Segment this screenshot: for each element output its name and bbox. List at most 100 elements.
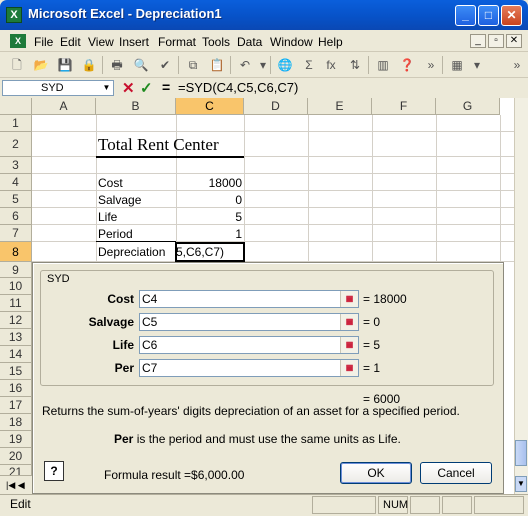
cancel-formula-icon[interactable]: ✕ <box>122 79 135 97</box>
scroll-thumb[interactable] <box>515 440 527 466</box>
scroll-down-icon[interactable]: ▼ <box>515 476 527 492</box>
close-button[interactable]: ✕ <box>501 5 522 26</box>
open-icon[interactable]: 📂 <box>32 57 50 73</box>
vertical-scrollbar[interactable] <box>514 98 528 494</box>
row-header[interactable]: 13 <box>0 329 32 346</box>
chart-wizard-icon[interactable]: ▥ <box>374 57 392 73</box>
workbook-icon[interactable]: X <box>10 34 26 48</box>
help-icon[interactable]: ? <box>44 461 64 481</box>
row-header[interactable]: 16 <box>0 380 32 397</box>
argument-description-text: is the period and must use the same unit… <box>133 432 401 446</box>
column-header[interactable]: G <box>436 98 500 115</box>
workbook-close-button[interactable]: ✕ <box>506 34 522 48</box>
cell-c6[interactable]: 5 <box>176 210 242 224</box>
column-header[interactable]: B <box>96 98 176 115</box>
row-header[interactable]: 4 <box>0 174 32 191</box>
edit-formula-icon[interactable]: = <box>162 79 170 95</box>
row-header[interactable]: 9 <box>0 262 32 278</box>
cell-b5[interactable]: Salvage <box>98 193 141 207</box>
row-header[interactable]: 12 <box>0 312 32 329</box>
column-header[interactable]: E <box>308 98 372 115</box>
spelling-icon[interactable]: ✔ <box>156 57 174 73</box>
paste-icon[interactable]: 📋 <box>208 57 226 73</box>
arg-input-life[interactable]: C6 <box>139 336 359 354</box>
collapse-dialog-icon[interactable]: ▦ <box>340 360 358 376</box>
sort-ascending-icon[interactable]: ⇅ <box>346 57 364 73</box>
collapse-dialog-icon[interactable]: ▦ <box>340 314 358 330</box>
toolbar-options-icon[interactable]: » <box>422 57 440 73</box>
select-all-corner[interactable] <box>0 98 32 115</box>
help-icon[interactable]: ❓ <box>398 57 416 73</box>
row-header[interactable]: 19 <box>0 431 32 448</box>
row-header[interactable]: 21 <box>0 465 32 476</box>
menu-help[interactable]: Help <box>318 35 343 49</box>
row-header[interactable]: 5 <box>0 191 32 208</box>
collapse-dialog-icon[interactable]: ▦ <box>340 337 358 353</box>
maximize-button[interactable]: □ <box>478 5 499 26</box>
toolbar-separator <box>368 56 369 74</box>
row-header[interactable]: 10 <box>0 278 32 295</box>
enter-formula-icon[interactable]: ✓ <box>140 79 153 97</box>
save-icon[interactable]: 💾 <box>56 57 74 73</box>
row-header[interactable]: 20 <box>0 448 32 465</box>
undo-icon[interactable]: ↶ <box>236 57 254 73</box>
borders-icon[interactable]: ▦ <box>448 57 466 73</box>
workbook-minimize-button[interactable]: _ <box>470 34 486 48</box>
excel-app-icon[interactable]: X <box>6 7 22 23</box>
column-header[interactable]: D <box>244 98 308 115</box>
toolbar-options-icon-2[interactable]: » <box>508 57 526 73</box>
print-preview-icon[interactable]: 🔍 <box>132 57 150 73</box>
row-header[interactable]: 2 <box>0 132 32 157</box>
new-icon[interactable]: 🗋 <box>8 57 26 73</box>
autosum-icon[interactable]: Σ <box>300 57 318 73</box>
cell-b8[interactable]: Depreciation <box>98 245 165 259</box>
row-header[interactable]: 8 <box>0 242 32 262</box>
menu-edit[interactable]: Edit <box>60 35 81 49</box>
column-header[interactable]: A <box>32 98 96 115</box>
row-header[interactable]: 3 <box>0 157 32 174</box>
row-header[interactable]: 15 <box>0 363 32 380</box>
menu-tools[interactable]: Tools <box>202 35 230 49</box>
menu-window[interactable]: Window <box>270 35 313 49</box>
hyperlink-icon[interactable]: 🌐 <box>276 57 294 73</box>
print-icon[interactable]: 🖶 <box>108 57 126 73</box>
row-header[interactable]: 1 <box>0 115 32 132</box>
cell-b7[interactable]: Period <box>98 227 133 241</box>
borders-dropdown-icon[interactable]: ▾ <box>468 57 486 73</box>
cell-c4[interactable]: 18000 <box>176 176 242 190</box>
arg-input-salvage[interactable]: C5 <box>139 313 359 331</box>
menu-format[interactable]: Format <box>158 35 196 49</box>
cell-c8-edit[interactable]: 5,C6,C7) <box>176 245 242 259</box>
menu-view[interactable]: View <box>88 35 114 49</box>
ok-button[interactable]: OK <box>340 462 412 484</box>
name-box-dropdown-icon[interactable]: ▼ <box>100 81 113 95</box>
arg-input-per[interactable]: C7 <box>139 359 359 377</box>
cancel-button[interactable]: Cancel <box>420 462 492 484</box>
minimize-button[interactable]: _ <box>455 5 476 26</box>
argument-description: Per is the period and must use the same … <box>114 432 401 446</box>
name-box[interactable]: SYD <box>2 80 114 96</box>
row-header[interactable]: 11 <box>0 295 32 312</box>
menu-data[interactable]: Data <box>237 35 262 49</box>
cell-c7[interactable]: 1 <box>176 227 242 241</box>
row-header[interactable]: 6 <box>0 208 32 225</box>
menu-file[interactable]: File <box>34 35 53 49</box>
row-header[interactable]: 7 <box>0 225 32 242</box>
row-header[interactable]: 18 <box>0 414 32 431</box>
cell-c5[interactable]: 0 <box>176 193 242 207</box>
formula-input[interactable]: =SYD(C4,C5,C6,C7) <box>178 80 298 95</box>
collapse-dialog-icon[interactable]: ▦ <box>340 291 358 307</box>
row-header[interactable]: 17 <box>0 397 32 414</box>
arg-input-cost[interactable]: C4 <box>139 290 359 308</box>
menu-insert[interactable]: Insert <box>119 35 149 49</box>
copy-icon[interactable]: ⧉ <box>184 57 202 73</box>
row-header[interactable]: 14 <box>0 346 32 363</box>
permission-icon[interactable]: 🔒 <box>80 57 98 73</box>
column-header[interactable]: C <box>176 98 244 115</box>
cell-b4[interactable]: Cost <box>98 176 123 190</box>
workbook-restore-button[interactable]: ▫ <box>488 34 504 48</box>
column-header[interactable]: F <box>372 98 436 115</box>
cell-b6[interactable]: Life <box>98 210 117 224</box>
insert-function-icon[interactable]: fx <box>322 57 340 73</box>
toolbar-separator <box>102 56 103 74</box>
